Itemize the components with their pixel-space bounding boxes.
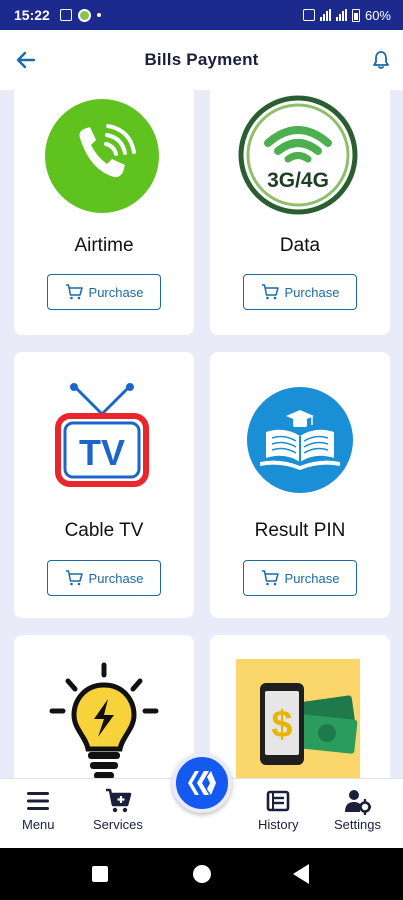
cart-plus-icon xyxy=(105,788,132,813)
service-card-electricity[interactable] xyxy=(14,635,194,778)
money-icon-text: $ xyxy=(271,704,292,746)
recent-apps-icon[interactable] xyxy=(92,866,108,882)
nav-label: Menu xyxy=(22,817,55,832)
nav-settings[interactable]: Settings xyxy=(334,787,381,832)
notification-android-icon xyxy=(77,8,91,22)
service-label-cable-tv: Cable TV xyxy=(64,520,144,541)
home-icon[interactable] xyxy=(193,865,211,883)
purchase-button-result-pin[interactable]: Purchase xyxy=(243,560,357,596)
status-time: 15:22 xyxy=(14,7,50,23)
battery-level: 60% xyxy=(364,7,391,23)
system-navigation-bar xyxy=(0,848,403,900)
cart-icon xyxy=(261,570,279,586)
purchase-label: Purchase xyxy=(284,570,340,586)
tv-icon-text: TV xyxy=(79,432,125,473)
nav-menu[interactable]: Menu xyxy=(22,787,55,832)
lightbulb-icon xyxy=(49,662,159,778)
tv-icon: TV xyxy=(55,383,149,487)
cart-icon xyxy=(65,284,83,300)
service-card-airtime[interactable]: Airtime Purchase xyxy=(14,90,194,335)
nav-history[interactable]: History xyxy=(258,787,298,832)
service-label-data: Data xyxy=(279,235,321,256)
volte-icon xyxy=(302,9,315,21)
nav-label: History xyxy=(258,817,299,832)
cart-icon xyxy=(65,570,83,586)
book-graduation-icon xyxy=(247,387,353,493)
history-icon xyxy=(266,790,290,812)
purchase-label: Purchase xyxy=(88,284,144,300)
system-indicators: 60% xyxy=(302,7,391,23)
notification-app-icon xyxy=(59,9,72,21)
back-icon[interactable] xyxy=(293,864,309,884)
service-label-result-pin: Result PIN xyxy=(254,520,346,541)
page-title: Bills Payment xyxy=(144,50,259,69)
signal-2-icon xyxy=(335,9,347,21)
bottom-navigation: Menu Services History Settings xyxy=(0,753,403,848)
nav-label: Settings xyxy=(334,817,381,832)
purchase-button-cable-tv[interactable]: Purchase xyxy=(47,560,161,596)
app-header: Bills Payment xyxy=(0,30,403,90)
service-card-data[interactable]: 3G/4G Data Purchase xyxy=(210,90,390,335)
notification-icons xyxy=(59,8,101,22)
services-grid: Airtime Purchase 3G/4G Data Purchase TV … xyxy=(0,90,403,778)
service-label-airtime: Airtime xyxy=(74,235,134,256)
hive-logo-icon xyxy=(188,771,216,795)
bell-icon[interactable] xyxy=(371,50,391,70)
service-card-result-pin[interactable]: Result PIN Purchase xyxy=(210,352,390,618)
arrow-left-icon[interactable] xyxy=(14,48,38,72)
wifi-3g-4g-icon: 3G/4G xyxy=(238,95,358,215)
menu-icon xyxy=(27,792,50,810)
user-gear-icon xyxy=(345,790,372,815)
nav-services[interactable]: Services xyxy=(93,787,143,832)
service-card-cable-tv[interactable]: TV Cable TV Purchase xyxy=(14,352,194,618)
purchase-label: Purchase xyxy=(88,570,144,586)
service-card-airtime-to-cash[interactable]: $ xyxy=(210,635,390,778)
phone-money-icon: $ xyxy=(236,659,360,778)
nav-label: Services xyxy=(93,817,143,832)
status-bar: 15:22 60% xyxy=(0,0,403,30)
home-fab-button[interactable] xyxy=(172,753,232,813)
battery-icon xyxy=(351,8,360,22)
purchase-button-data[interactable]: Purchase xyxy=(243,274,357,310)
phone-call-icon xyxy=(45,99,159,213)
signal-icon xyxy=(319,9,331,21)
purchase-label: Purchase xyxy=(284,284,340,300)
more-notifications-icon xyxy=(96,13,101,17)
purchase-button-airtime[interactable]: Purchase xyxy=(47,274,161,310)
cart-icon xyxy=(261,284,279,300)
data-icon-text: 3G/4G xyxy=(267,169,329,192)
